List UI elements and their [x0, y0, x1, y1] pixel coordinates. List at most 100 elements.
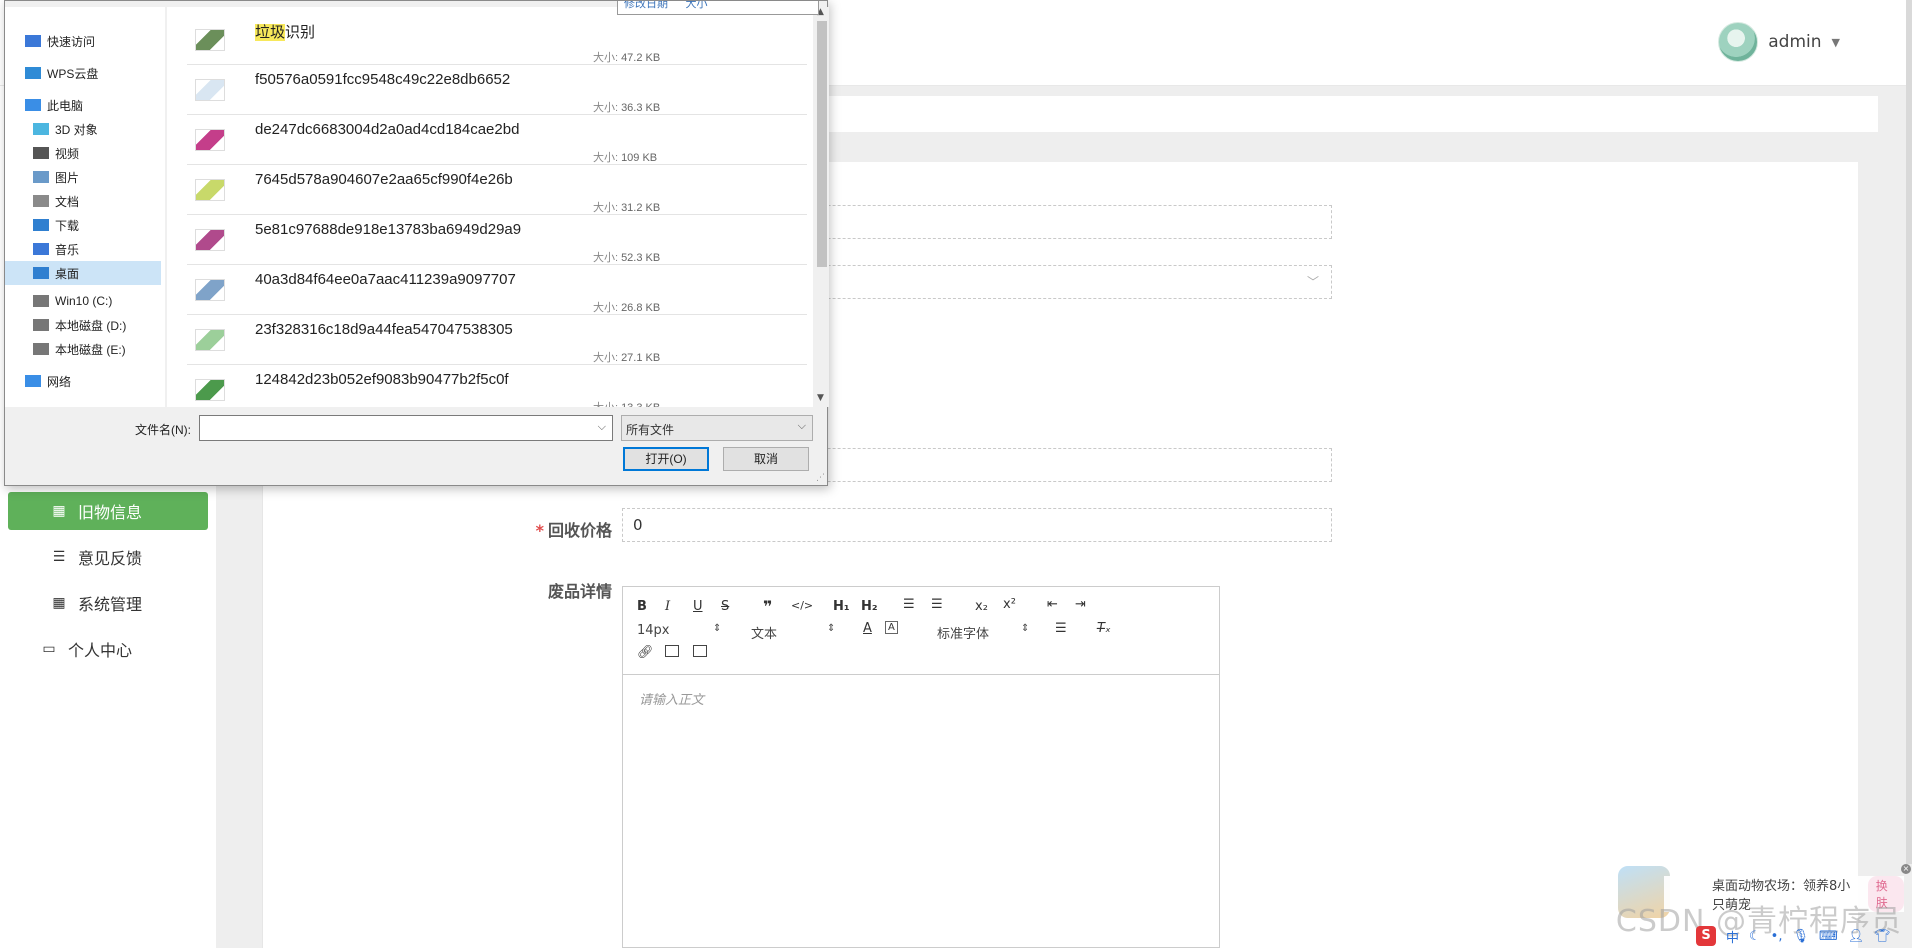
cancel-button[interactable]: 取消: [723, 447, 809, 471]
outdent-icon[interactable]: ⇤: [1047, 597, 1058, 612]
nav-item[interactable]: 本地磁盘 (E:): [5, 337, 165, 361]
size-value: 31.2 KB: [621, 202, 661, 214]
nav-item-label: 音乐: [55, 242, 80, 257]
file-thumbnail: [195, 79, 225, 101]
indent-icon[interactable]: ⇥: [1075, 597, 1086, 612]
price-input[interactable]: 0: [622, 508, 1332, 542]
nav-item[interactable]: 快速访问: [5, 29, 165, 53]
close-icon[interactable]: ×: [1901, 864, 1911, 874]
font-size-select[interactable]: 14px: [637, 623, 670, 638]
sidebar-item-system[interactable]: ▦ 系统管理: [8, 584, 208, 622]
ime-mode[interactable]: 中: [1726, 927, 1739, 946]
italic-icon[interactable]: I: [665, 599, 670, 614]
grid-icon: ▦: [52, 595, 66, 611]
microphone-icon[interactable]: 🎙︎: [1792, 929, 1809, 944]
file-size: 大小: 36.3 KB: [593, 99, 660, 115]
nav-item[interactable]: 音乐: [5, 237, 165, 261]
avatar[interactable]: [1718, 22, 1759, 62]
underline-icon[interactable]: U: [693, 599, 703, 614]
chevron-down-icon[interactable]: ⌵: [798, 420, 806, 433]
nav-item[interactable]: 图片: [5, 165, 165, 189]
file-row[interactable]: 5e81c97688de918e13783ba6949d29a9 大小: 52.3 …: [187, 215, 807, 265]
font-family-select[interactable]: 标准字体: [937, 623, 989, 642]
subscript-icon[interactable]: x₂: [975, 599, 988, 614]
file-row[interactable]: 垃圾识别 大小: 47.2 KB: [187, 15, 807, 65]
sidebar-item-label: 旧物信息: [78, 503, 143, 522]
sogou-logo-icon[interactable]: S: [1696, 926, 1716, 946]
blockquote-icon[interactable]: ❞: [763, 597, 772, 616]
user-menu[interactable]: admin ▼: [1718, 22, 1840, 62]
file-row[interactable]: 7645d578a904607e2aa65cf990f4e26b 大小: 31.2 …: [187, 165, 807, 215]
filename-label: 文件名(N):: [135, 423, 191, 437]
picture-icon: [33, 171, 49, 183]
file-name: 23f328316c18d9a44fea547047538305: [255, 321, 513, 338]
nav-item[interactable]: Win10 (C:): [5, 289, 165, 313]
nav-item[interactable]: 桌面: [5, 261, 161, 285]
align-icon[interactable]: ☰: [1055, 621, 1067, 636]
background-color-icon[interactable]: A: [885, 621, 898, 634]
file-row[interactable]: 124842d23b052ef9083b90477b2f5c0f 大小:13.3 …: [187, 365, 807, 407]
clear-format-icon[interactable]: T̶ₓ: [1097, 621, 1111, 636]
bold-icon[interactable]: B: [637, 599, 647, 614]
nav-item[interactable]: 下载: [5, 213, 165, 237]
shirt-icon[interactable]: 👕︎: [1874, 929, 1891, 944]
keyboard-icon[interactable]: ⌨: [1819, 929, 1838, 944]
open-button[interactable]: 打开(O): [623, 447, 709, 471]
nav-item[interactable]: 网络: [5, 369, 165, 393]
video-icon[interactable]: [693, 645, 707, 657]
chevron-down-icon[interactable]: ⌵: [598, 420, 606, 434]
sliders-icon: ☰: [52, 549, 66, 565]
scroll-down-icon[interactable]: ▼: [817, 393, 824, 403]
column-size[interactable]: 大小: [686, 1, 708, 10]
nav-item[interactable]: 本地磁盘 (D:): [5, 313, 165, 337]
nav-item-label: 快速访问: [47, 34, 96, 49]
column-header[interactable]: 修改日期 大小: [617, 1, 819, 15]
file-list-scrollbar[interactable]: ▲ ▼: [815, 7, 829, 407]
file-row[interactable]: de247dc6683004d2a0ad4cd184cae2bd 大小: 109 K…: [187, 115, 807, 165]
punctuation-icon[interactable]: •,: [1771, 929, 1783, 944]
file-thumbnail: [195, 329, 225, 351]
resize-grip-icon[interactable]: ⋰: [816, 473, 825, 483]
nav-item[interactable]: WPS云盘: [5, 61, 165, 85]
file-row[interactable]: 23f328316c18d9a44fea547047538305 大小: 27.1 …: [187, 315, 807, 365]
link-icon[interactable]: 🔗︎: [637, 645, 654, 660]
user-name[interactable]: admin: [1768, 32, 1821, 52]
strikethrough-icon[interactable]: S: [721, 599, 729, 614]
sidebar-item-feedback[interactable]: ☰ 意见反馈: [8, 538, 208, 576]
dialog-footer: 文件名(N): ⌵ 所有文件 ⌵ 打开(O) 取消 ⋰: [5, 407, 827, 485]
font-color-icon[interactable]: A: [863, 621, 872, 636]
file-name: 5e81c97688de918e13783ba6949d29a9: [255, 221, 521, 238]
moon-icon[interactable]: ☾: [1749, 929, 1761, 944]
page-scrollbar[interactable]: [1906, 0, 1912, 864]
scroll-thumb[interactable]: [817, 21, 827, 267]
sidebar-item-items[interactable]: ▦ 旧物信息: [8, 492, 208, 530]
heading1-icon[interactable]: H₁: [833, 599, 850, 614]
nav-item[interactable]: 文档: [5, 189, 165, 213]
rich-text-editor[interactable]: B I U S ❞ </> H₁ H₂ ☰ ☰ x₂ x² ⇤ ⇥ 14px ⇕…: [622, 586, 1220, 948]
column-date[interactable]: 修改日期: [624, 1, 668, 10]
sidebar-item-profile[interactable]: ▭ 个人中心: [8, 630, 208, 668]
image-icon[interactable]: [665, 645, 679, 657]
ime-toolbar[interactable]: S 中 ☾ •, 🎙︎ ⌨ 👤︎ 👕︎: [1690, 924, 1912, 948]
filetype-select[interactable]: 所有文件 ⌵: [621, 415, 813, 441]
superscript-icon[interactable]: x²: [1003, 597, 1016, 612]
code-icon[interactable]: </>: [791, 599, 813, 612]
file-row[interactable]: f50576a0591fcc9548c49c22e8db6652 大小: 36.3 …: [187, 65, 807, 115]
file-row[interactable]: 40a3d84f64ee0a7aac411239a9097707 大小: 26.8 …: [187, 265, 807, 315]
nav-item[interactable]: 视频: [5, 141, 165, 165]
nav-item[interactable]: 3D 对象: [5, 117, 165, 141]
file-name-text: f50576a0591fcc9548c49c22e8db6652: [255, 71, 511, 88]
ordered-list-icon[interactable]: ☰: [903, 597, 915, 612]
file-name-text: 40a3d84f64ee0a7aac411239a9097707: [255, 271, 516, 288]
user-icon[interactable]: 👤︎: [1848, 929, 1865, 944]
nav-item[interactable]: 此电脑: [5, 93, 165, 117]
filename-input[interactable]: ⌵: [199, 415, 613, 441]
file-list: 垃圾识别 大小: 47.2 KB f50576a0591fcc9548c49c22e8…: [167, 7, 813, 407]
caret-down-icon[interactable]: ▼: [1832, 36, 1840, 49]
search-highlight: 垃圾: [255, 24, 286, 41]
heading2-icon[interactable]: H₂: [861, 599, 878, 614]
block-type-select[interactable]: 文本: [751, 623, 777, 642]
drive-icon: [33, 319, 49, 331]
editor-body[interactable]: 请输入正文: [623, 675, 1219, 722]
bullet-list-icon[interactable]: ☰: [931, 597, 943, 612]
